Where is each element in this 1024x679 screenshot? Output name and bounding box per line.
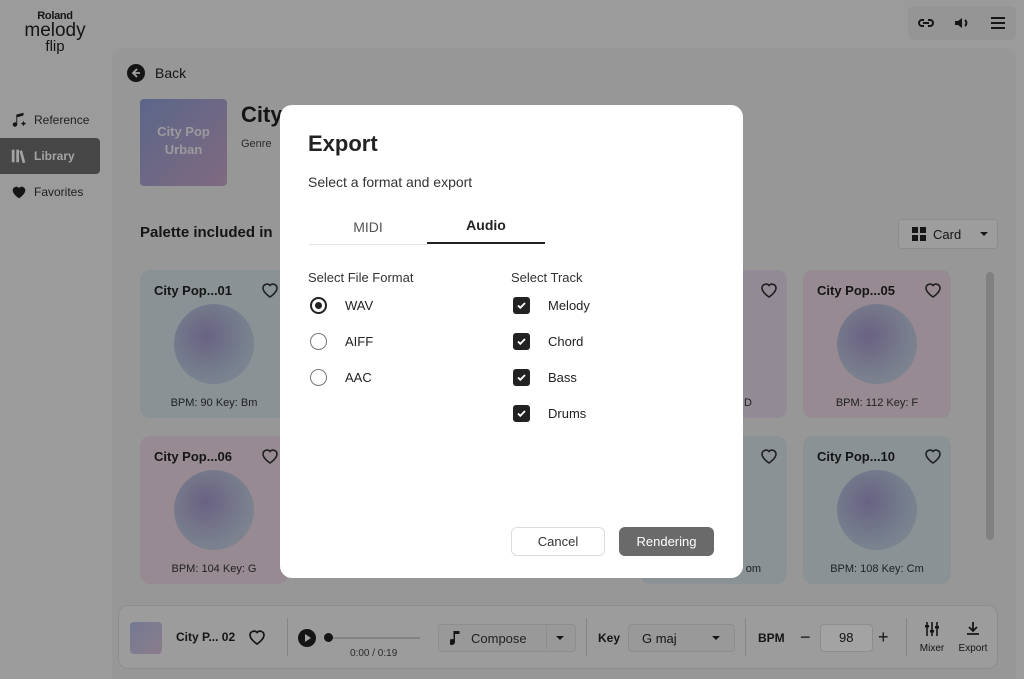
check-icon: [517, 302, 526, 310]
tab-audio[interactable]: Audio: [427, 217, 545, 244]
track-option-drums[interactable]: Drums: [513, 405, 586, 422]
checkbox[interactable]: [513, 369, 530, 386]
dialog-title: Export: [308, 131, 378, 156]
cancel-button[interactable]: Cancel: [511, 527, 605, 556]
track-label: Melody: [548, 298, 590, 313]
file-format-label: Select File Format: [308, 270, 414, 285]
checkbox[interactable]: [513, 297, 530, 314]
radio-button[interactable]: [310, 297, 327, 314]
track-label: Select Track: [511, 270, 583, 285]
format-option-wav[interactable]: WAV: [310, 297, 373, 314]
check-icon: [517, 338, 526, 346]
radio-button[interactable]: [310, 333, 327, 350]
format-label: AAC: [345, 370, 372, 385]
check-icon: [517, 410, 526, 418]
track-label: Bass: [548, 370, 577, 385]
rendering-button[interactable]: Rendering: [619, 527, 714, 556]
track-label: Drums: [548, 406, 587, 421]
checkbox[interactable]: [513, 333, 530, 350]
check-icon: [517, 374, 526, 382]
track-option-chord[interactable]: Chord: [513, 333, 583, 350]
radio-button[interactable]: [310, 369, 327, 386]
format-label: AIFF: [345, 334, 374, 349]
track-option-bass[interactable]: Bass: [513, 369, 577, 386]
checkbox[interactable]: [513, 405, 530, 422]
track-option-melody[interactable]: Melody: [513, 297, 590, 314]
tab-midi[interactable]: MIDI: [309, 219, 427, 245]
export-dialog: Export Select a format and export MIDI A…: [280, 105, 743, 578]
format-option-aiff[interactable]: AIFF: [310, 333, 373, 350]
format-option-aac[interactable]: AAC: [310, 369, 372, 386]
track-label: Chord: [548, 334, 584, 349]
format-label: WAV: [345, 298, 374, 313]
dialog-subtitle: Select a format and export: [308, 174, 473, 190]
